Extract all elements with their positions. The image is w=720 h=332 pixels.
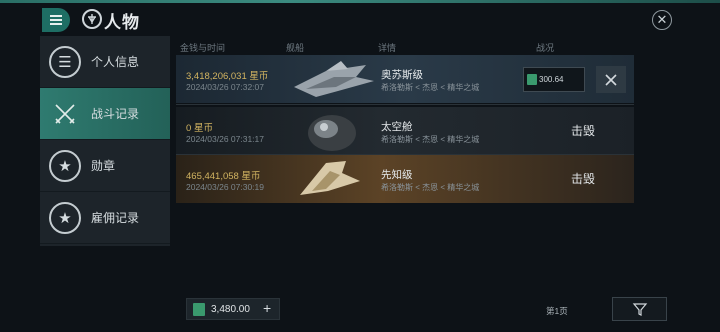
- status-text: 击毁: [571, 124, 596, 138]
- money-amount: 465,441,058 星币: [186, 171, 261, 182]
- balance-value: 3,480.00: [211, 304, 250, 315]
- timestamp: 2024/03/26 07:31:17: [186, 134, 264, 144]
- character-icon: [82, 9, 102, 29]
- value-text: 300.64: [539, 75, 564, 84]
- add-currency-button[interactable]: +: [263, 300, 271, 316]
- table-row[interactable]: 3,418,206,031 星币 2024/03/26 07:32:07 奥苏斯…: [176, 55, 634, 103]
- location: 希洛勒斯 < 杰恩 < 精华之城: [381, 183, 480, 192]
- timestamp: 2024/03/26 07:30:19: [186, 182, 264, 192]
- money-amount: 3,418,206,031 星币: [186, 71, 269, 82]
- ship-image: [294, 61, 374, 97]
- ship-name: 先知级: [381, 169, 413, 181]
- sidebar-item-medals[interactable]: ★ 勋章: [40, 140, 170, 192]
- column-header-ship: 舰船: [286, 43, 305, 53]
- ship-image: [308, 115, 356, 151]
- sidebar-item-label: 战斗记录: [91, 107, 140, 121]
- column-header-status: 战况: [536, 43, 555, 53]
- close-icon: ✕: [656, 12, 668, 27]
- wrench-icon: [605, 73, 617, 86]
- column-header-money-time: 金钱与时间: [180, 43, 226, 53]
- menu-button[interactable]: [42, 8, 70, 32]
- ship-name: 奥苏斯级: [381, 69, 423, 81]
- sidebar-item-employment-record[interactable]: ★ 雇佣记录: [40, 192, 170, 244]
- filter-icon: [632, 303, 647, 316]
- star-badge-icon: ★: [49, 149, 81, 182]
- ship-name: 太空舱: [381, 121, 413, 133]
- page-title: 人物: [104, 13, 140, 32]
- column-header-details: 详情: [378, 43, 397, 53]
- page-indicator: 第1页: [546, 306, 568, 316]
- star-badge-icon: ★: [49, 201, 81, 234]
- top-bar: 人物 ✕: [0, 3, 720, 35]
- divider: [176, 104, 634, 105]
- timestamp: 2024/03/26 07:32:07: [186, 82, 264, 92]
- ship-image: [300, 161, 360, 195]
- money-amount: 0 星币: [186, 123, 213, 134]
- crossed-swords-icon: [49, 98, 81, 130]
- table-row[interactable]: 465,441,058 星币 2024/03/26 07:30:19 先知级 希…: [176, 155, 634, 203]
- value-box: 300.64: [523, 67, 585, 92]
- table-row[interactable]: 0 星币 2024/03/26 07:31:17 太空舱 希洛勒斯 < 杰恩 <…: [176, 107, 634, 155]
- sidebar-item-personal-info[interactable]: ☰ 个人信息: [40, 36, 170, 88]
- currency-balance: 3,480.00 +: [186, 298, 280, 320]
- currency-icon: [527, 74, 537, 85]
- filter-button[interactable]: [612, 297, 667, 321]
- sidebar-item-label: 勋章: [91, 159, 116, 173]
- status-text: 击毁: [571, 172, 596, 186]
- hamburger-icon: [50, 15, 62, 25]
- menu-icon: ☰: [49, 45, 81, 78]
- fitting-button[interactable]: [596, 66, 626, 93]
- sidebar-item-label: 个人信息: [91, 55, 140, 69]
- sidebar: ☰ 个人信息 战斗记录 ★ 勋章 ★ 雇佣记录: [40, 36, 170, 246]
- close-button[interactable]: ✕: [652, 10, 672, 30]
- location: 希洛勒斯 < 杰恩 < 精华之城: [381, 135, 480, 144]
- currency-icon: [193, 303, 205, 316]
- location: 希洛勒斯 < 杰恩 < 精华之城: [381, 83, 480, 92]
- sidebar-item-label: 雇佣记录: [91, 211, 140, 225]
- sidebar-item-battle-record[interactable]: 战斗记录: [40, 88, 170, 140]
